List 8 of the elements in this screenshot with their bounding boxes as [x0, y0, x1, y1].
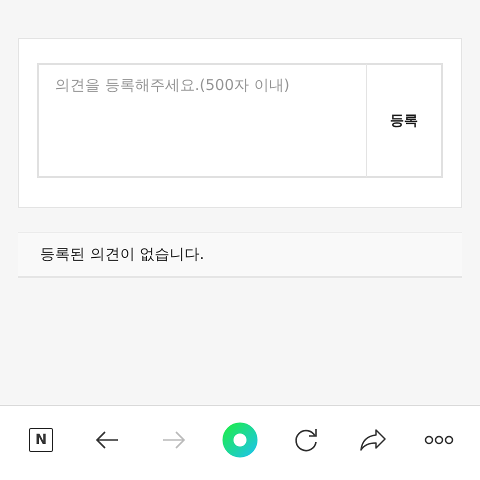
more-icon[interactable]: [424, 435, 454, 445]
share-arrow-icon[interactable]: [358, 428, 387, 452]
reload-icon[interactable]: [293, 427, 320, 453]
logo-button[interactable]: N: [29, 428, 54, 452]
empty-message: 등록된 의견이 없습니다.: [18, 232, 462, 278]
back-arrow-icon[interactable]: [95, 430, 120, 450]
comment-field[interactable]: 의견을 등록해주세요.(500자 이내): [37, 63, 366, 178]
submit-button[interactable]: 등록: [366, 63, 443, 178]
